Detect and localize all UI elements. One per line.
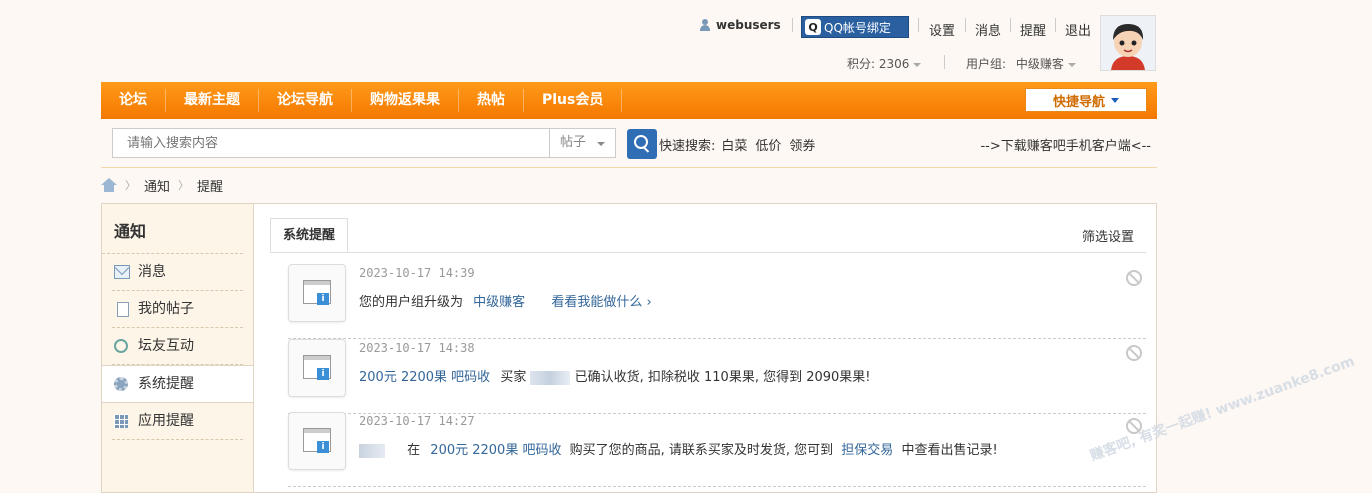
tab-system-reminders[interactable]: 系统提醒 xyxy=(270,218,349,252)
chevron-right-icon: 〉 xyxy=(178,179,190,192)
settings-link[interactable]: 设置 xyxy=(929,20,955,39)
notice-panel: 通知 消息 我的帖子 坛友互动 系统提醒 应用提醒 系统提醒 筛选设置 i 20… xyxy=(101,203,1157,493)
nav-forum-guide[interactable]: 论坛导航 xyxy=(259,89,352,112)
sidebar-item-messages[interactable]: 消息 xyxy=(112,254,243,291)
breadcrumb: 〉 通知 〉 提醒 xyxy=(101,174,1157,196)
info-icon: i xyxy=(317,441,329,453)
search-input[interactable] xyxy=(112,128,550,158)
search-type-select[interactable]: 帖子 xyxy=(550,128,616,158)
download-app-link[interactable]: -->下载赚客吧手机客户端<-- xyxy=(980,135,1151,154)
search-button[interactable] xyxy=(627,129,657,159)
divider xyxy=(965,18,966,32)
divider xyxy=(1055,18,1056,32)
sidebar-item-app-reminders[interactable]: 应用提醒 xyxy=(112,403,243,440)
chevron-right-icon: 〉 xyxy=(125,179,136,192)
sidebar-item-system-reminders[interactable]: 系统提醒 xyxy=(102,365,253,403)
username[interactable]: webusers xyxy=(700,18,781,32)
nav-hot-posts[interactable]: 热帖 xyxy=(459,89,524,112)
chevron-down-icon xyxy=(913,62,922,67)
sidebar-item-interactions[interactable]: 坛友互动 xyxy=(112,328,243,365)
quick-search-term[interactable]: 低价 xyxy=(755,139,781,154)
divider xyxy=(944,55,945,69)
qq-bind-button[interactable]: Q QQ帐号绑定 xyxy=(801,16,909,38)
tab-bar: 系统提醒 筛选设置 xyxy=(270,218,1146,253)
info-icon: i xyxy=(317,293,329,305)
chevron-down-icon xyxy=(1067,62,1076,67)
breadcrumb-notice[interactable]: 通知 xyxy=(144,176,170,195)
document-icon xyxy=(117,302,129,317)
top-user-bar: webusers Q QQ帐号绑定 设置 消息 提醒 退出 积分: 2306 用… xyxy=(0,0,1372,80)
reminders-link[interactable]: 提醒 xyxy=(1020,20,1046,39)
quick-search: 快速搜索: 白菜 低价 领券 xyxy=(659,139,816,154)
nav-latest-topics[interactable]: 最新主题 xyxy=(166,89,259,112)
quick-search-term[interactable]: 领券 xyxy=(789,139,815,154)
avatar-cartoon-icon xyxy=(1101,16,1155,70)
qq-icon: Q xyxy=(805,19,821,35)
gear-icon xyxy=(114,377,128,391)
points-dropdown[interactable]: 积分: 2306 xyxy=(847,55,922,72)
user-icon xyxy=(700,19,710,31)
notice-item: i 2023-10-17 14:27 在 200元 2200果 吧码收 购买了您… xyxy=(288,412,1146,487)
sidebar-item-my-posts[interactable]: 我的帖子 xyxy=(112,291,243,328)
home-icon[interactable] xyxy=(101,178,117,192)
filter-settings-link[interactable]: 筛选设置 xyxy=(1082,226,1134,245)
avatar[interactable] xyxy=(1100,15,1156,71)
blurred-username xyxy=(530,370,571,385)
chevron-down-icon xyxy=(1111,97,1119,103)
nav-plus-member[interactable]: Plus会员 xyxy=(524,89,623,112)
notice-text: 在 200元 2200果 吧码收 购买了您的商品, 请联系买家及时发货, 您可到… xyxy=(359,439,998,458)
ignore-icon[interactable] xyxy=(1126,345,1142,361)
notice-time: 2023-10-17 14:38 xyxy=(359,341,475,355)
notice-text: 您的用户组升级为 中级赚客 看看我能做什么 › xyxy=(359,295,652,310)
divider xyxy=(918,18,919,32)
sidebar: 通知 消息 我的帖子 坛友互动 系统提醒 应用提醒 xyxy=(102,204,254,492)
breadcrumb-reminder: 提醒 xyxy=(197,179,224,195)
quick-nav-button[interactable]: 快捷导航 xyxy=(1025,88,1147,112)
divider xyxy=(1010,18,1011,32)
recycle-icon xyxy=(114,339,128,353)
search-bar: 帖子 快速搜索:白菜低价领券 -->下载赚客吧手机客户端<-- xyxy=(101,119,1157,168)
divider xyxy=(792,18,793,32)
search-icon xyxy=(634,135,648,149)
notice-item: i 2023-10-17 14:39 您的用户组升级为 中级赚客 看看我能做什么… xyxy=(288,264,1146,339)
item-link[interactable]: 200元 2200果 吧码收 xyxy=(430,443,561,458)
info-icon: i xyxy=(317,368,329,380)
mail-icon xyxy=(114,265,130,279)
notice-thumbnail: i xyxy=(288,339,346,397)
usergroup-link[interactable]: 中级赚客 xyxy=(473,295,525,310)
quick-search-term[interactable]: 白菜 xyxy=(721,139,747,154)
main-nav: 论坛 最新主题 论坛导航 购物返果果 热帖 Plus会员 快捷导航 xyxy=(101,82,1157,119)
notice-item: i 2023-10-17 14:38 200元 2200果 吧码收 买家 已确认… xyxy=(288,339,1146,414)
see-what-i-can-do-link[interactable]: 看看我能做什么 › xyxy=(551,295,651,310)
nav-forum[interactable]: 论坛 xyxy=(101,89,166,112)
messages-link[interactable]: 消息 xyxy=(975,20,1001,39)
grid-icon xyxy=(114,414,128,428)
notice-time: 2023-10-17 14:27 xyxy=(359,414,475,428)
usergroup-dropdown[interactable]: 用户组: 中级赚客 xyxy=(966,55,1076,72)
notice-content: 系统提醒 筛选设置 i 2023-10-17 14:39 您的用户组升级为 中级… xyxy=(254,204,1156,492)
notice-thumbnail: i xyxy=(288,264,346,322)
sidebar-title: 通知 xyxy=(102,204,243,254)
escrow-link[interactable]: 担保交易 xyxy=(841,443,893,458)
ignore-icon[interactable] xyxy=(1126,270,1142,286)
notice-text: 200元 2200果 吧码收 买家 已确认收货, 扣除税收 110果果, 您得到… xyxy=(359,370,871,385)
notice-thumbnail: i xyxy=(288,412,346,470)
logout-link[interactable]: 退出 xyxy=(1065,20,1091,39)
blurred-username xyxy=(359,443,385,458)
nav-shopping-rebate[interactable]: 购物返果果 xyxy=(352,89,459,112)
item-link[interactable]: 200元 2200果 吧码收 xyxy=(359,370,490,385)
notice-time: 2023-10-17 14:39 xyxy=(359,266,475,280)
chevron-down-icon xyxy=(597,142,605,146)
